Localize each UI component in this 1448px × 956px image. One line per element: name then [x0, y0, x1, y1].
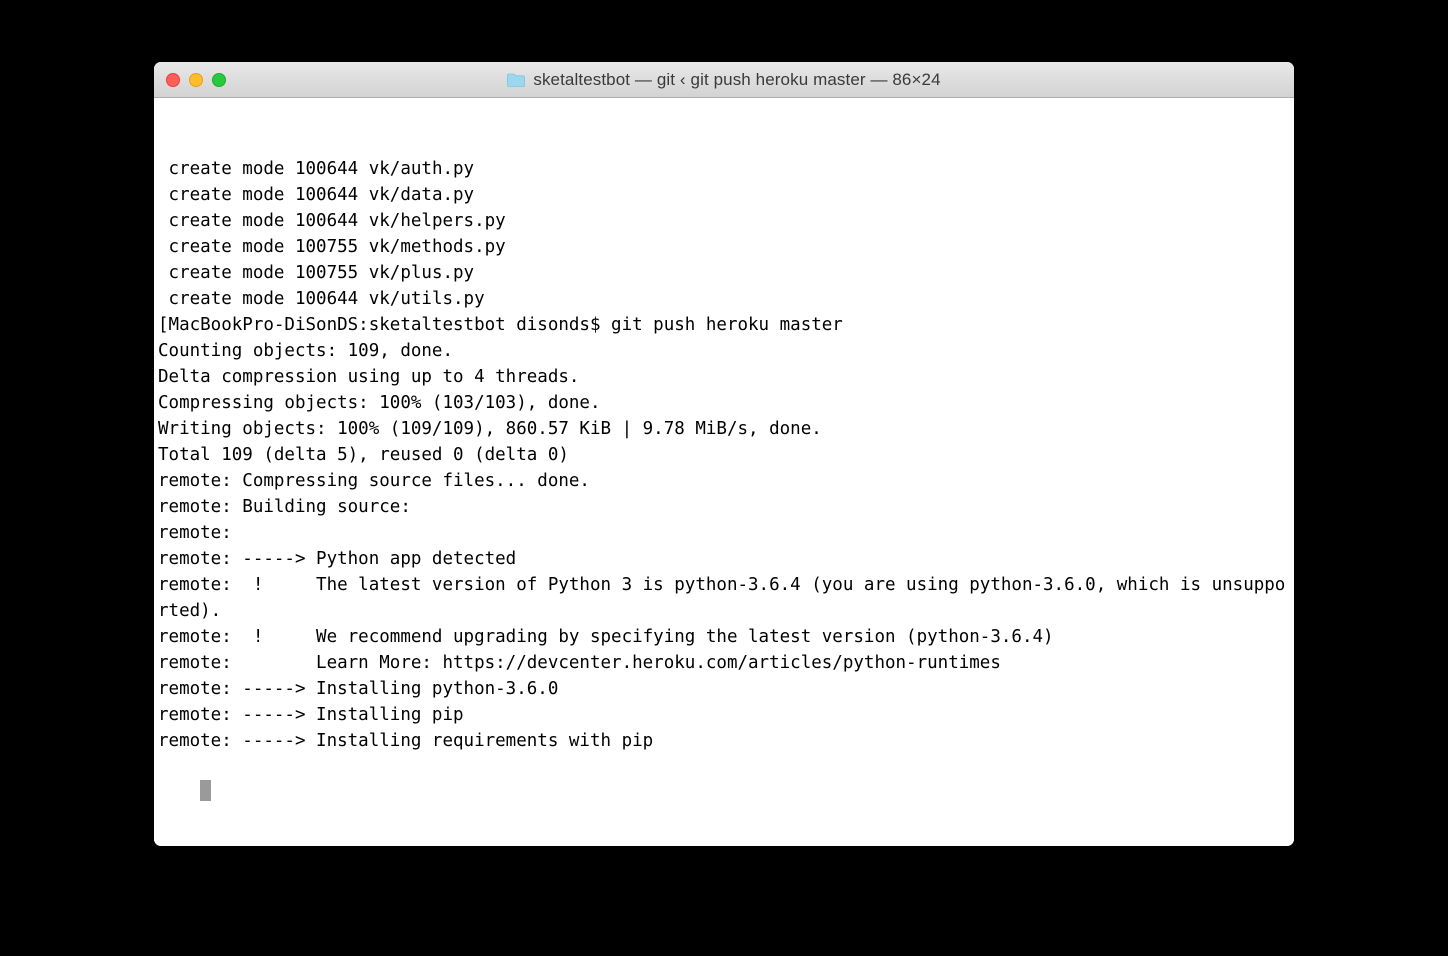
- title-bar[interactable]: sketaltestbot — git ‹ git push heroku ma…: [154, 62, 1294, 98]
- terminal-line: [MacBookPro-DiSonDS:sketaltestbot disond…: [158, 312, 1290, 338]
- folder-icon: [507, 73, 525, 87]
- terminal-line: remote: -----> Python app detected: [158, 546, 1290, 572]
- terminal-line: remote: Building source:: [158, 494, 1290, 520]
- terminal-line: remote: ! We recommend upgrading by spec…: [158, 624, 1290, 650]
- minimize-button[interactable]: [189, 73, 203, 87]
- terminal-line: remote: -----> Installing requirements w…: [158, 728, 1290, 754]
- terminal-line: create mode 100644 vk/utils.py: [158, 286, 1290, 312]
- maximize-button[interactable]: [212, 73, 226, 87]
- terminal-line: Counting objects: 109, done.: [158, 338, 1290, 364]
- terminal-line: create mode 100644 vk/data.py: [158, 182, 1290, 208]
- traffic-lights: [166, 73, 226, 87]
- cursor: [200, 780, 211, 801]
- terminal-line: Delta compression using up to 4 threads.: [158, 364, 1290, 390]
- terminal-line: remote: Compressing source files... done…: [158, 468, 1290, 494]
- terminal-line: Writing objects: 100% (109/109), 860.57 …: [158, 416, 1290, 442]
- window-title: sketaltestbot — git ‹ git push heroku ma…: [533, 70, 940, 90]
- terminal-line: create mode 100755 vk/methods.py: [158, 234, 1290, 260]
- terminal-output: create mode 100644 vk/auth.py create mod…: [158, 156, 1290, 754]
- terminal-window: sketaltestbot — git ‹ git push heroku ma…: [154, 62, 1294, 846]
- terminal-line: Compressing objects: 100% (103/103), don…: [158, 390, 1290, 416]
- title-content: sketaltestbot — git ‹ git push heroku ma…: [154, 70, 1294, 90]
- terminal-body[interactable]: create mode 100644 vk/auth.py create mod…: [154, 98, 1294, 846]
- terminal-line: create mode 100644 vk/auth.py: [158, 156, 1290, 182]
- terminal-line: remote: ! The latest version of Python 3…: [158, 572, 1290, 624]
- close-button[interactable]: [166, 73, 180, 87]
- terminal-line: remote: -----> Installing python-3.6.0: [158, 676, 1290, 702]
- terminal-line: create mode 100644 vk/helpers.py: [158, 208, 1290, 234]
- terminal-line: remote: Learn More: https://devcenter.he…: [158, 650, 1290, 676]
- terminal-line: Total 109 (delta 5), reused 0 (delta 0): [158, 442, 1290, 468]
- terminal-line: remote: -----> Installing pip: [158, 702, 1290, 728]
- terminal-line: remote:: [158, 520, 1290, 546]
- terminal-line: create mode 100755 vk/plus.py: [158, 260, 1290, 286]
